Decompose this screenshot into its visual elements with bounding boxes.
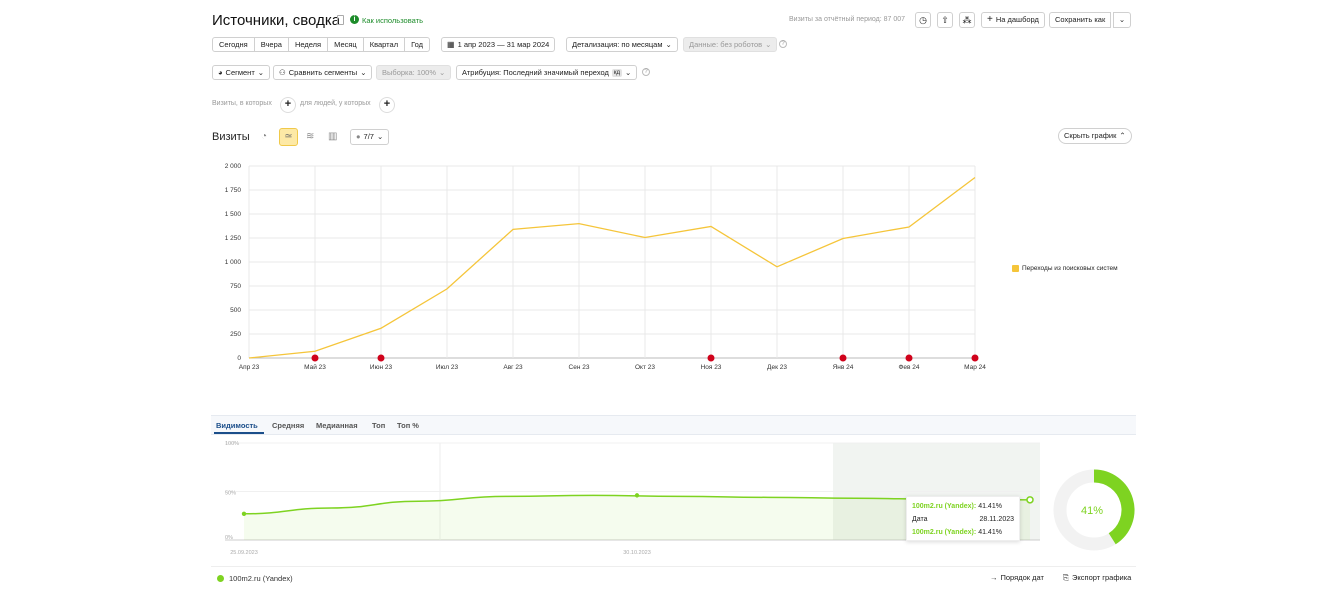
tooltip-series-label: 100m2.ru (Yandex):: [912, 503, 977, 510]
arrow-right-icon: →: [990, 573, 998, 582]
tooltip-date-label: Дата: [912, 516, 928, 523]
vis-point-hover[interactable]: [1026, 496, 1034, 504]
tooltip-series-value: 41.41%: [978, 503, 1002, 510]
vis-point[interactable]: [634, 493, 640, 498]
vis-y-tick: 50%: [225, 491, 236, 497]
legend-dot: [217, 575, 224, 582]
tooltip-date-value: 28.11.2023: [979, 516, 1014, 523]
vis-x-tick: 30.10.2023: [623, 550, 651, 556]
chart-tooltip: 100m2.ru (Yandex): 41.41% Дата 28.11.202…: [906, 496, 1020, 541]
sort-dates-label: Порядок дат: [1000, 573, 1044, 582]
footer-divider: [211, 566, 1136, 567]
vis-x-tick: 25.09.2023: [230, 550, 258, 556]
export-chart-label: Экспорт графика: [1072, 573, 1132, 582]
vis-y-tick: 100%: [225, 441, 239, 447]
donut-value: 41%: [1080, 505, 1104, 517]
vis-y-tick: 0%: [225, 535, 233, 541]
visibility-chart: 100% 50% 0% 25.09.2023 30.10.2023: [225, 441, 1135, 556]
tooltip-series-value-2: 41.41%: [978, 529, 1002, 536]
footer-legend-label: 100m2.ru (Yandex): [229, 574, 293, 583]
sort-dates-button[interactable]: → Порядок дат: [990, 573, 1044, 582]
export-icon: ⎘: [1063, 573, 1069, 582]
export-chart-button[interactable]: ⎘ Экспорт графика: [1063, 573, 1131, 583]
tooltip-series-label-2: 100m2.ru (Yandex):: [912, 529, 977, 536]
vis-point[interactable]: [241, 511, 247, 517]
